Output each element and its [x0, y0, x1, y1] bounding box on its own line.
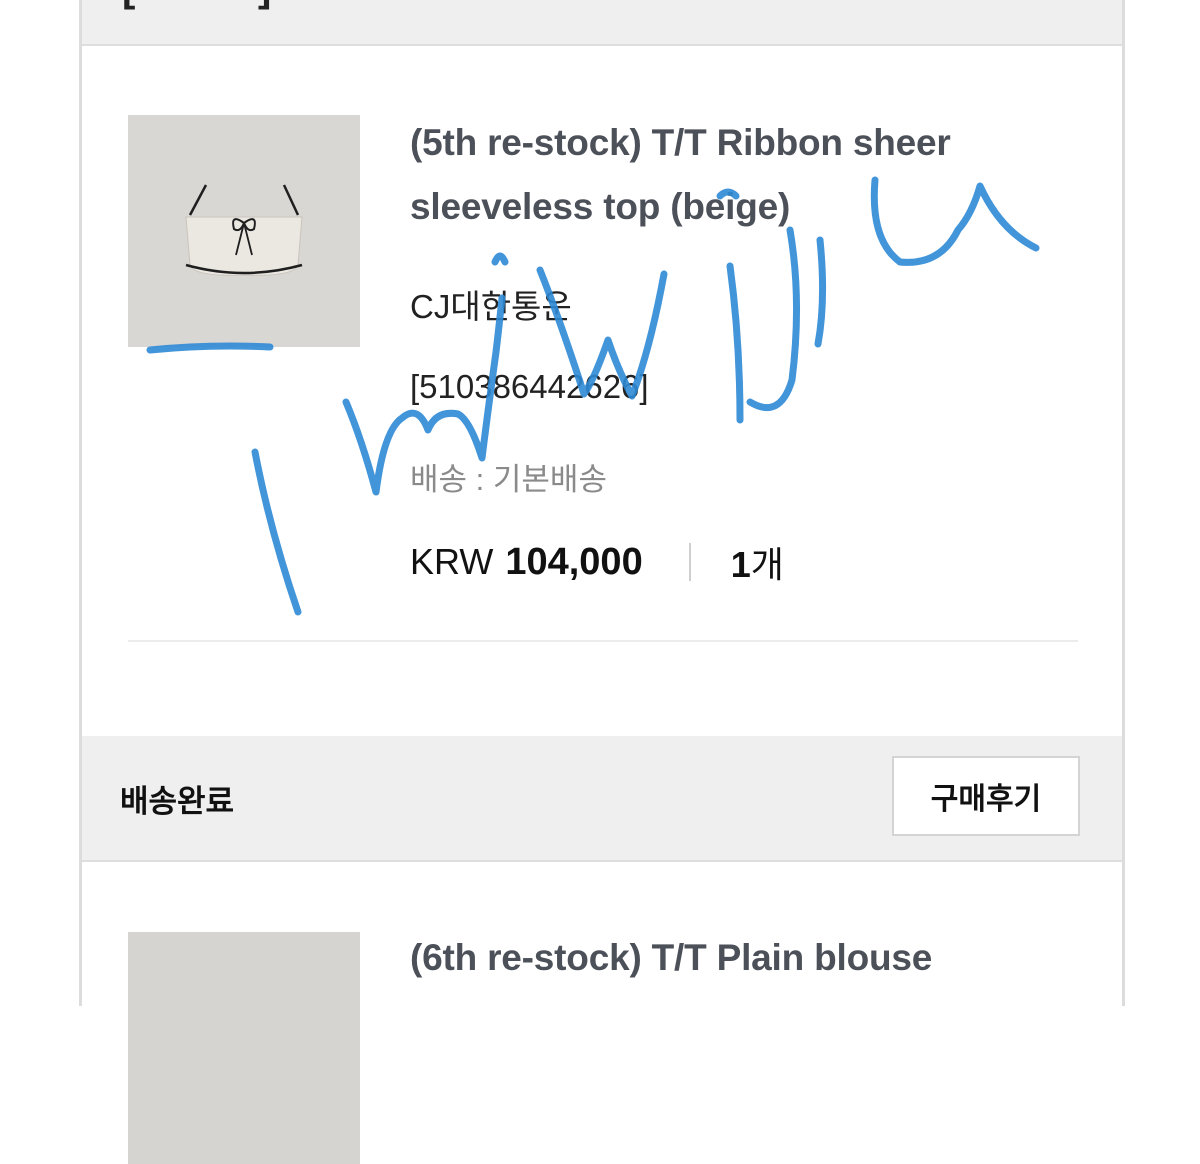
shipping-method: 배송 : 기본배송 — [410, 462, 607, 497]
carrier-name: CJ대한통운 — [410, 288, 572, 325]
quantity-number: 1 — [730, 544, 751, 585]
order-item: (5th re-stock) T/T Ribbon sheer sleevele… — [82, 115, 1122, 715]
delivery-status: 배송완료 — [120, 784, 235, 819]
product-title[interactable]: (6th re-stock) T/T Plain blouse — [410, 926, 1070, 990]
quantity-unit: 개 — [750, 544, 784, 585]
product-title[interactable]: (5th re-stock) T/T Ribbon sheer sleevele… — [410, 111, 1070, 239]
price-value: 104,000 — [505, 540, 643, 583]
product-thumbnail[interactable] — [128, 115, 360, 347]
quantity: 1개 — [731, 536, 784, 588]
product-image — [128, 115, 360, 347]
order-status-bar: 배송완료 구매후기 — [82, 736, 1122, 862]
price-quantity-divider — [688, 543, 691, 581]
price-row: KRW 104,000 1개 — [410, 537, 784, 587]
item-divider — [128, 640, 1078, 642]
tracking-number[interactable]: [510386442626] — [410, 368, 649, 406]
product-thumbnail[interactable] — [128, 932, 360, 1164]
order-header-bracket-close: ] — [258, 0, 271, 11]
order-header: [ ] — [82, 0, 1122, 46]
order-item: (6th re-stock) T/T Plain blouse — [82, 932, 1122, 1164]
order-card: [ ] (5th re-stock) T/T Ribbon sheer slee… — [79, 0, 1125, 1164]
write-review-button[interactable]: 구매후기 — [892, 756, 1080, 836]
order-header-bracket-open: [ — [122, 0, 135, 11]
currency-label: KRW — [410, 541, 494, 582]
